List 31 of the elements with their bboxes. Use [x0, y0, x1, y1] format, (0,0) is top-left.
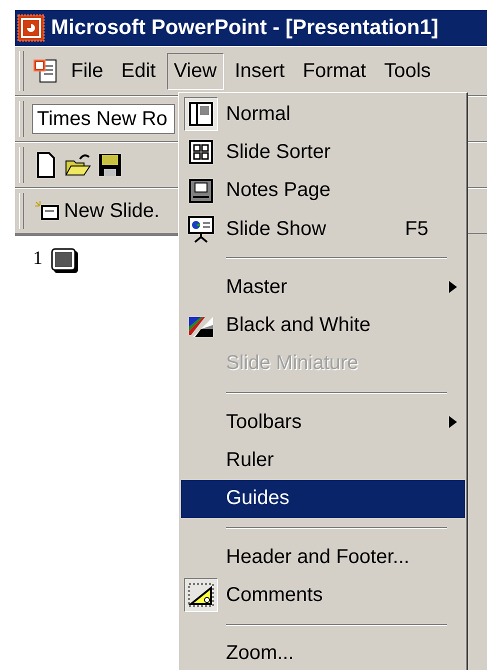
save-icon[interactable] [96, 151, 124, 179]
menu-item[interactable]: Master [181, 268, 465, 306]
menu-item[interactable]: Edit [114, 52, 163, 90]
menu-item[interactable]: Guides [181, 480, 465, 518]
notes-page-icon [188, 178, 214, 204]
menu-item[interactable]: Normal [181, 95, 465, 134]
menu-item[interactable]: View [166, 52, 224, 90]
menu-item[interactable]: Slide Show F5 [181, 210, 465, 248]
projector-screen-icon [187, 215, 215, 244]
menu-item[interactable]: Ruler [181, 441, 465, 480]
font-field[interactable]: Times New Ro [32, 104, 175, 134]
app-icon [17, 14, 45, 42]
menu-item[interactable]: Slide Sorter [181, 133, 465, 172]
slide-thumbnail-icon[interactable] [50, 248, 78, 274]
menu-item[interactable]: Insert [228, 52, 292, 90]
menu-item[interactable]: Black and White [181, 306, 465, 345]
new-slide-button[interactable]: New Slide. [32, 198, 162, 224]
menu-item[interactable]: Tools [377, 52, 438, 90]
menu-item[interactable]: File [64, 52, 110, 90]
slide-sorter-icon [188, 139, 214, 166]
menu-item[interactable]: Zoom... [181, 634, 465, 670]
menu-item[interactable]: Format [296, 52, 374, 90]
normal-view-icon [188, 101, 214, 128]
menu-item[interactable]: Comments [181, 576, 465, 615]
new-slide-icon [34, 200, 60, 222]
slide-number: 1 [33, 248, 42, 270]
window-title: Microsoft PowerPoint - [Presentation1] [51, 16, 438, 40]
menu-item[interactable]: Notes Page [181, 172, 465, 210]
menu-item[interactable]: Toolbars [181, 403, 465, 442]
comment-note-icon [187, 582, 215, 608]
menu-item[interactable]: Header and Footer... [181, 538, 465, 576]
